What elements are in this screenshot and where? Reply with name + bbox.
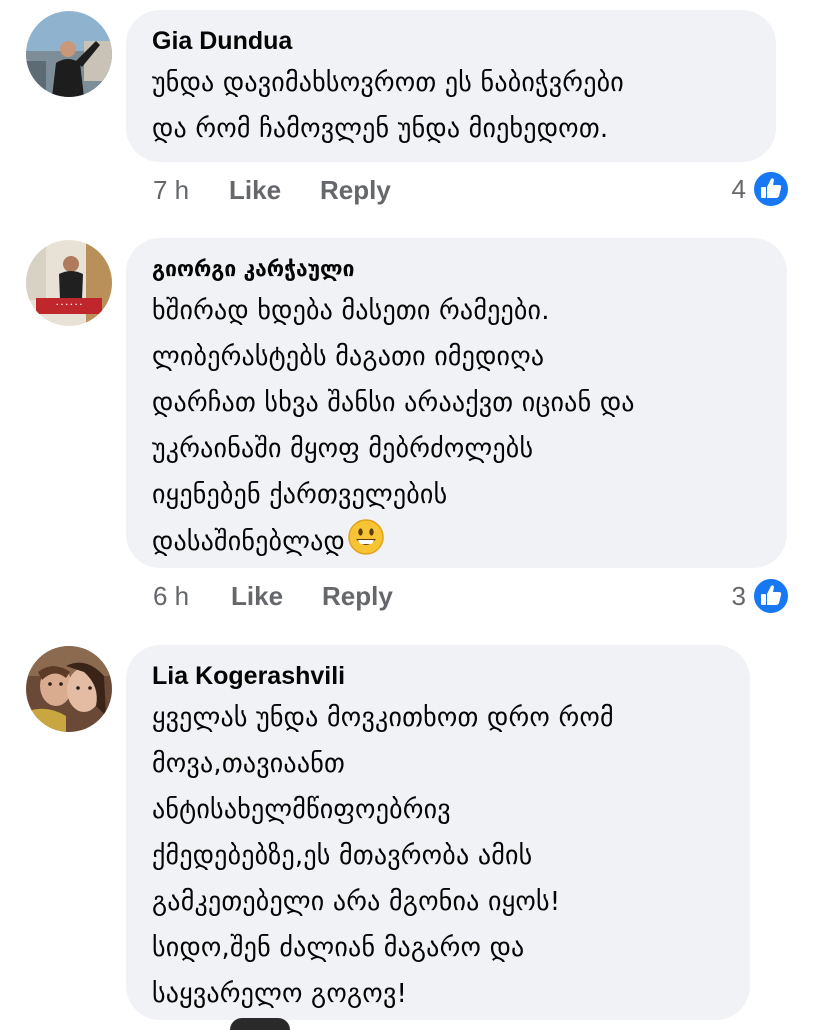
next-comment-avatar[interactable] [230, 1018, 290, 1030]
comment-author[interactable]: Gia Dundua [152, 24, 752, 58]
comment-timestamp[interactable]: 7 h [153, 170, 189, 210]
like-button[interactable]: Like [231, 576, 283, 616]
comment-text: უნდა დავიმახსოვროთ ეს ნაბიჭვრები და რომ … [152, 68, 624, 144]
comment-text: ხშირად ხდება მასეთი რამეები. ლიბერასტებს… [152, 288, 763, 565]
avatar-photo-icon [26, 646, 112, 732]
reaction-count: 4 [731, 174, 746, 204]
avatar-photo-icon: ∙ ∙ ∙ ∙ ∙ ∙ [26, 240, 112, 326]
comment-author[interactable]: გიორგი კარჭაული [152, 252, 763, 286]
like-icon [752, 577, 790, 615]
like-icon [752, 170, 790, 208]
like-button[interactable]: Like [229, 170, 281, 210]
comment-text-content: ხშირად ხდება მასეთი რამეები. ლიბერასტებს… [152, 296, 635, 557]
comment-bubble: Lia Kogerashvili ყველას უნდა მოვკითხოთ დ… [126, 645, 750, 1020]
comment-actions: 6 h Like Reply [0, 576, 815, 616]
reply-button[interactable]: Reply [322, 576, 393, 616]
svg-text:∙ ∙ ∙ ∙ ∙ ∙: ∙ ∙ ∙ ∙ ∙ ∙ [56, 302, 83, 308]
grinning-face-emoji [348, 519, 384, 555]
avatar[interactable] [26, 646, 112, 732]
comment-bubble: Gia Dundua უნდა დავიმახსოვროთ ეს ნაბიჭვრ… [126, 10, 776, 162]
reaction-summary[interactable]: 4 [700, 169, 790, 209]
avatar[interactable]: ∙ ∙ ∙ ∙ ∙ ∙ [26, 240, 112, 326]
comment-actions: 7 h Like Reply [0, 170, 815, 210]
comment-bubble: გიორგი კარჭაული ხშირად ხდება მასეთი რამე… [126, 238, 787, 568]
comment-text: ყველას უნდა მოვკითხოთ დრო რომ მოვა,თავია… [152, 703, 614, 1009]
avatar-photo-icon [26, 11, 112, 97]
comment-author[interactable]: Lia Kogerashvili [152, 659, 726, 693]
reply-button[interactable]: Reply [320, 170, 391, 210]
comment-timestamp[interactable]: 6 h [153, 576, 189, 616]
avatar[interactable] [26, 11, 112, 97]
reaction-count: 3 [731, 581, 746, 611]
reaction-summary[interactable]: 3 [700, 576, 790, 616]
